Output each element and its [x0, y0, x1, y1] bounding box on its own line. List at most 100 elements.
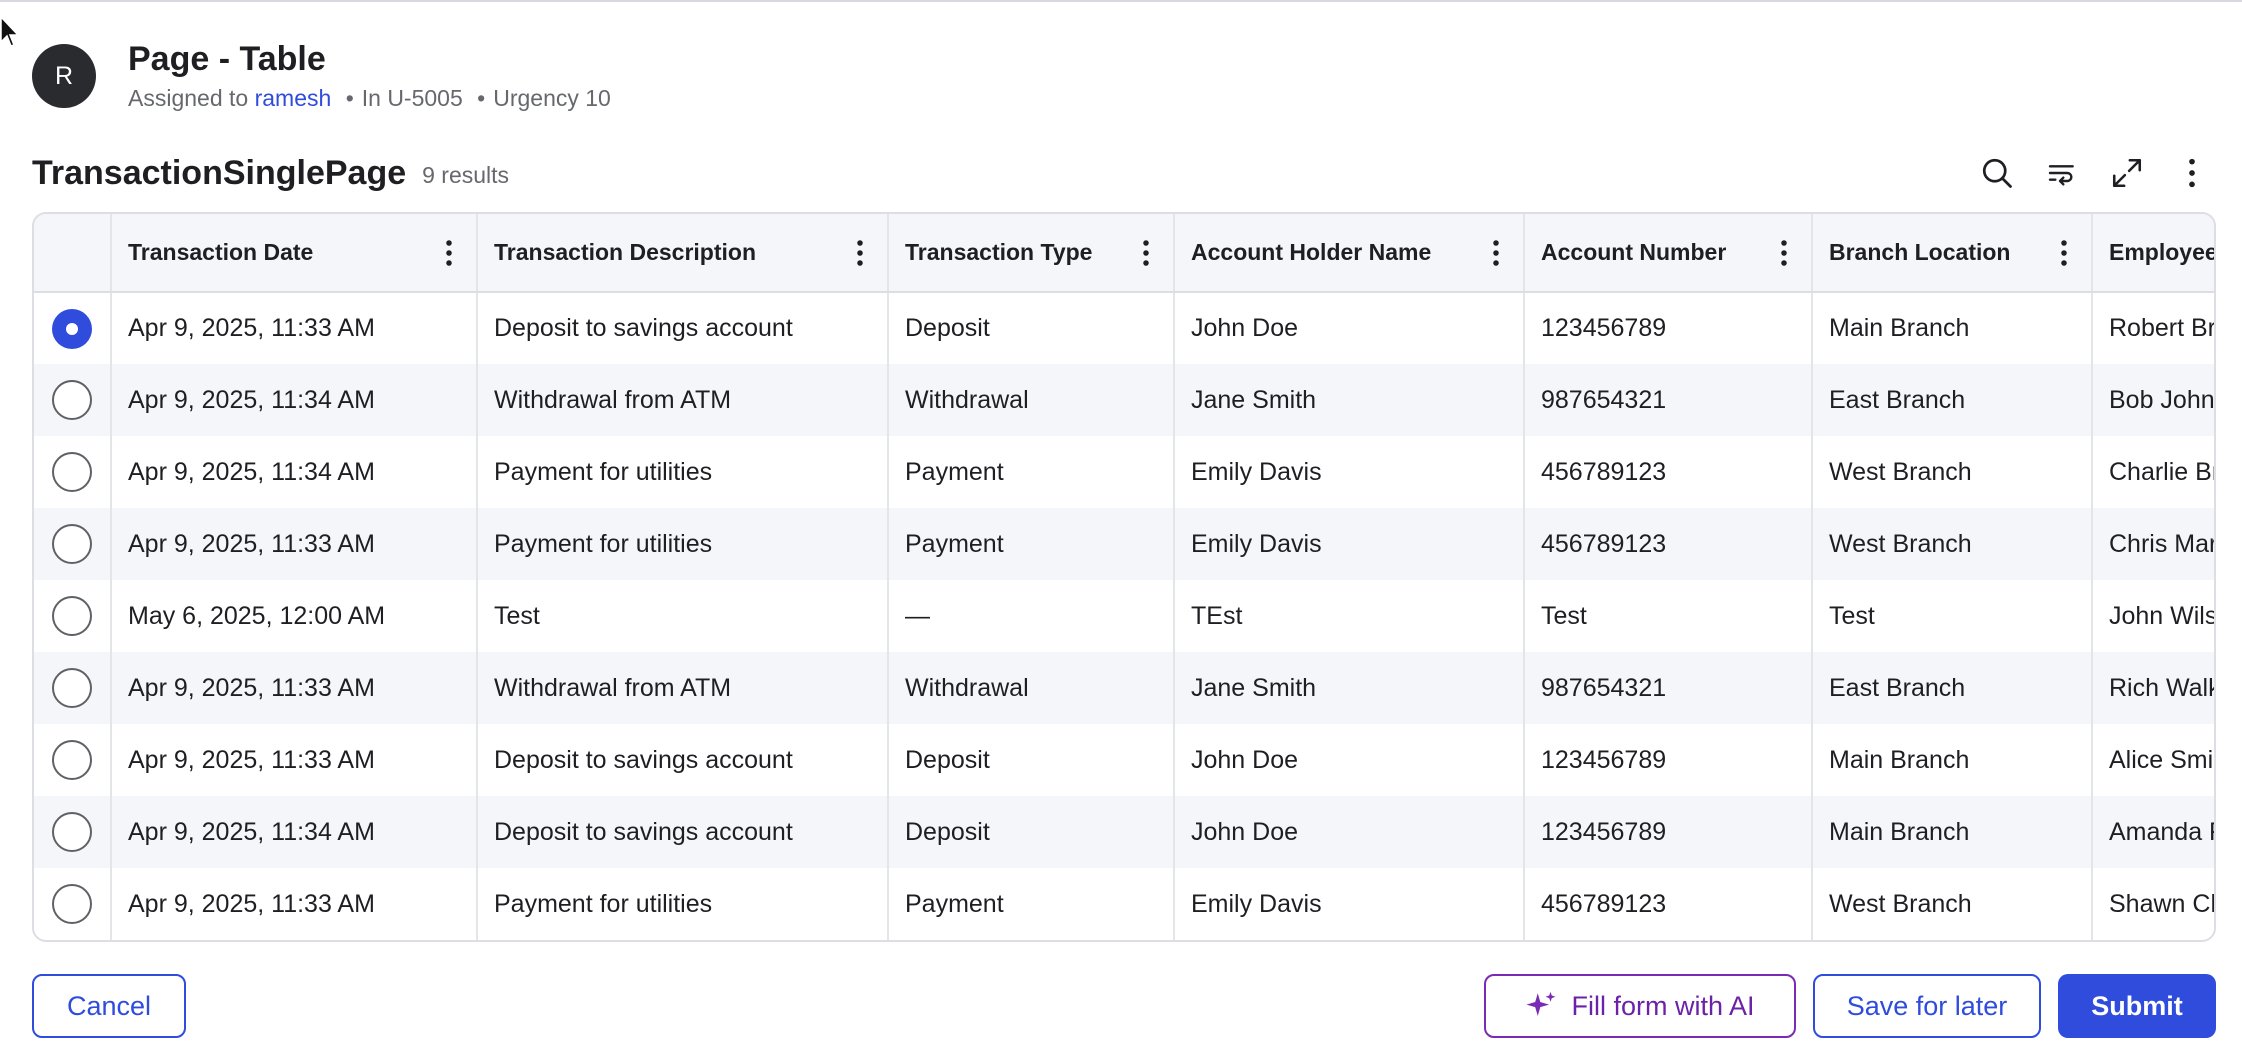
column-header[interactable]: Transaction Date [111, 214, 478, 293]
row-select-cell [34, 364, 112, 436]
column-header[interactable]: Employee [2092, 214, 2216, 293]
column-menu-button[interactable] [438, 233, 460, 273]
table-cell: Apr 9, 2025, 11:33 AM [111, 724, 478, 796]
table-cell: Jane Smith [1174, 652, 1525, 724]
table-cell: Apr 9, 2025, 11:34 AM [111, 796, 478, 868]
mouse-cursor-icon [0, 16, 20, 47]
table-row[interactable]: Apr 9, 2025, 11:34 AM Payment for utiliti… [34, 436, 2214, 508]
table-cell: 123456789 [1524, 292, 1813, 364]
table-cell: Jane Smith [1174, 364, 1525, 436]
table-cell: Withdrawal from ATM [477, 364, 889, 436]
submit-button[interactable]: Submit [2058, 974, 2216, 1038]
table-cell: John Wils [2092, 580, 2214, 652]
table-cell: West Branch [1812, 436, 2093, 508]
column-header-label: Employee [2109, 239, 2216, 265]
table-row[interactable]: Apr 9, 2025, 11:33 AM Deposit to savings … [34, 292, 2214, 364]
assigned-prefix: Assigned to [128, 85, 249, 111]
row-select-cell [34, 796, 112, 868]
row-select-cell [34, 868, 112, 940]
case-meta: Assigned to ramesh • In U-5005 • Urgency 1… [128, 83, 611, 113]
table-cell: East Branch [1812, 652, 2093, 724]
case-header: R Page - Table Assigned to ramesh • In U-… [32, 36, 611, 116]
more-vertical-icon [2189, 158, 2195, 188]
table-row[interactable]: Apr 9, 2025, 11:33 AM Deposit to savings … [34, 724, 2214, 796]
assignee-link[interactable]: ramesh [255, 85, 332, 111]
column-header-label: Account Number [1541, 239, 1727, 265]
column-header-label: Transaction Description [494, 239, 757, 265]
urgency-label: Urgency 10 [493, 85, 611, 111]
expand-icon [2112, 158, 2142, 188]
table-cell: Apr 9, 2025, 11:34 AM [111, 436, 478, 508]
row-select-radio[interactable] [52, 524, 92, 564]
row-select-radio[interactable] [52, 380, 92, 420]
table-row[interactable]: Apr 9, 2025, 11:34 AM Withdrawal from ATM… [34, 364, 2214, 436]
more-vertical-icon [1143, 239, 1149, 266]
search-button[interactable] [1973, 149, 2021, 197]
column-menu-button[interactable] [1485, 233, 1507, 273]
row-select-cell [34, 508, 112, 580]
table-row[interactable]: Apr 9, 2025, 11:33 AM Payment for utiliti… [34, 868, 2214, 940]
table-cell: May 6, 2025, 12:00 AM [111, 580, 478, 652]
more-vertical-icon [446, 239, 452, 266]
table-cell: John Doe [1174, 292, 1525, 364]
results-count: 9 results [422, 161, 510, 188]
column-header[interactable]: Transaction Type [888, 214, 1175, 293]
table-cell: Shawn Ch [2092, 868, 2214, 940]
row-select-cell [34, 436, 112, 508]
table-title-bar: TransactionSinglePage 9 results [32, 148, 2216, 198]
table-header-row: Transaction Date Transaction Description… [34, 214, 2216, 293]
more-options-button[interactable] [2168, 149, 2216, 197]
more-vertical-icon [857, 239, 863, 266]
column-menu-button[interactable] [2053, 233, 2075, 273]
table-row[interactable]: Apr 9, 2025, 11:33 AM Payment for utiliti… [34, 508, 2214, 580]
row-select-radio[interactable] [52, 452, 92, 492]
wrap-text-button[interactable] [2038, 149, 2086, 197]
column-header[interactable]: Transaction Description [477, 214, 889, 293]
more-vertical-icon [1781, 239, 1787, 266]
table-cell: Charlie Br [2092, 436, 2214, 508]
table-cell: Robert Br [2092, 292, 2214, 364]
row-select-radio[interactable] [52, 884, 92, 924]
column-menu-button[interactable] [1773, 233, 1795, 273]
save-for-later-button[interactable]: Save for later [1813, 974, 2041, 1038]
column-header[interactable]: Account Holder Name [1174, 214, 1525, 293]
table-cell: Chris Mar [2092, 508, 2214, 580]
top-divider [0, 0, 2242, 2]
fill-form-with-ai-button[interactable]: Fill form with AI [1484, 974, 1796, 1038]
column-header-label: Transaction Type [905, 239, 1093, 265]
table-cell: 123456789 [1524, 796, 1813, 868]
table-cell: 123456789 [1524, 724, 1813, 796]
column-header[interactable]: Account Number [1524, 214, 1813, 293]
cancel-button[interactable]: Cancel [32, 974, 186, 1038]
page-title: Page - Table [128, 40, 326, 78]
table-row[interactable]: Apr 9, 2025, 11:34 AM Deposit to savings … [34, 796, 2214, 868]
table-cell: Main Branch [1812, 292, 2093, 364]
table-cell: Payment for utilities [477, 868, 889, 940]
column-menu-button[interactable] [1135, 233, 1157, 273]
table-cell: Withdrawal from ATM [477, 652, 889, 724]
column-menu-button[interactable] [849, 233, 871, 273]
select-column-header [34, 214, 112, 293]
table-cell: Payment [888, 508, 1175, 580]
table-cell: 456789123 [1524, 436, 1813, 508]
row-select-radio[interactable] [52, 668, 92, 708]
table-cell: Bob John [2092, 364, 2214, 436]
table-cell: Deposit [888, 292, 1175, 364]
table-cell: Alice Smi [2092, 724, 2214, 796]
expand-button[interactable] [2103, 149, 2151, 197]
table-row[interactable]: May 6, 2025, 12:00 AM Test — TEst Test Test Jo… [34, 580, 2214, 652]
row-select-radio[interactable] [52, 812, 92, 852]
table-cell: Emily Davis [1174, 436, 1525, 508]
column-header[interactable]: Branch Location [1812, 214, 2093, 293]
table-cell: West Branch [1812, 868, 2093, 940]
row-select-radio[interactable] [52, 308, 92, 349]
form-actions: Cancel Fill form with AI Save for later … [32, 974, 2216, 1038]
case-reference: In U-5005 [361, 85, 463, 111]
row-select-radio[interactable] [52, 740, 92, 780]
table-cell: Main Branch [1812, 724, 2093, 796]
row-select-radio[interactable] [52, 596, 92, 636]
table-toolbar [1956, 149, 2216, 197]
more-vertical-icon [2061, 239, 2067, 266]
table-row[interactable]: Apr 9, 2025, 11:33 AM Withdrawal from ATM… [34, 652, 2214, 724]
table-cell: 456789123 [1524, 868, 1813, 940]
